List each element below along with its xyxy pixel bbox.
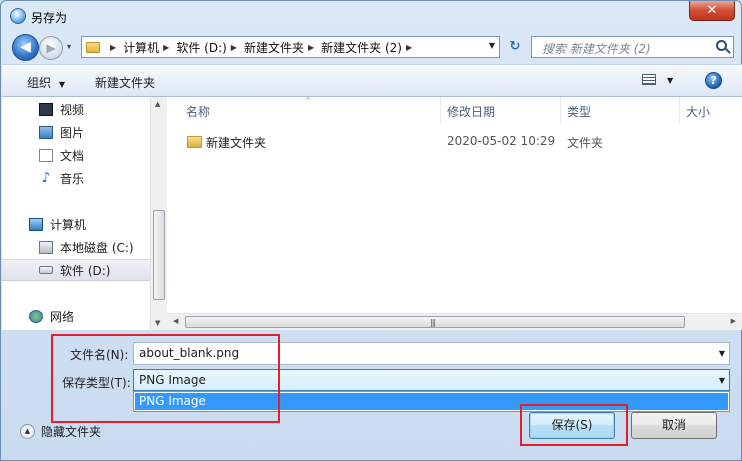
file-type-cell: 文件夹 [567,136,604,150]
horizontal-scrollbar[interactable]: ◀ ||| ▶ [167,313,742,330]
scrollbar-thumb[interactable] [153,210,165,300]
breadcrumb-new-folder[interactable]: 新建文件夹 [244,39,304,56]
sidebar-item-drive-d[interactable]: 软件 (D:) [2,259,150,281]
folder-icon [187,136,202,148]
computer-icon [29,217,43,231]
help-icon[interactable]: ? [705,72,722,89]
file-list: ^ 名称 修改日期 类型 大小 新建文件夹 2020-05-02 10:29 文… [167,97,742,313]
sidebar-item-drive-c[interactable]: 本地磁盘 (C:) [2,236,150,258]
file-name-cell[interactable]: 新建文件夹 [206,134,266,151]
breadcrumb-separator[interactable]: ▶ [231,43,237,52]
recent-locations-dropdown[interactable]: ▾ [67,42,71,51]
forward-button[interactable]: ▶ [39,36,63,60]
highlight-box-save-button [520,404,628,446]
sidebar-item-label: 网络 [50,309,75,324]
app-icon [10,8,26,24]
search-box[interactable]: 搜索 新建文件夹 (2) [531,36,734,58]
sort-indicator-icon: ^ [305,97,311,105]
hide-folders-toggle[interactable]: ▲ 隐藏文件夹 [20,423,101,440]
document-icon [39,148,53,162]
back-button[interactable]: ◀ [12,34,39,61]
title-bar: 另存为 ✕ [1,1,741,31]
scroll-up-icon[interactable]: ▲ [155,100,160,108]
scroll-left-icon[interactable]: ◀ [173,317,178,325]
organize-label: 组织 [27,76,52,90]
sidebar-item-label: 软件 (D:) [60,263,111,278]
chevron-up-icon: ▲ [20,424,35,439]
sidebar-item-label: 视频 [60,102,85,117]
command-toolbar: 组织 ▼ 新建文件夹 ▼ ? [2,64,742,97]
highlight-box-filename-type [51,334,280,423]
sidebar-item-pictures[interactable]: 图片 [2,121,150,143]
sidebar-item-label: 文档 [60,148,85,163]
chevron-down-icon[interactable]: ▼ [719,349,725,358]
scrollbar-grip-icon: ||| [430,318,436,327]
picture-icon [39,125,53,139]
drive-icon [39,240,53,254]
sidebar-item-documents[interactable]: 文档 [2,144,150,166]
search-icon[interactable] [716,40,727,51]
folder-icon [86,41,100,53]
search-placeholder: 搜索 新建文件夹 (2) [542,42,651,56]
view-options-icon[interactable] [642,74,656,85]
music-icon: ♪ [41,169,51,186]
file-modified-cell: 2020-05-02 10:29 [447,134,556,148]
close-button[interactable]: ✕ [689,1,735,21]
address-bar[interactable]: ▶ 计算机 ▶ 软件 (D:) ▶ 新建文件夹 ▶ 新建文件夹 (2) ▶ ▼ [81,36,500,58]
breadcrumb-new-folder-2[interactable]: 新建文件夹 (2) [321,39,402,56]
sidebar-item-label: 本地磁盘 (C:) [60,240,134,255]
sidebar-item-label: 音乐 [60,171,85,186]
navigation-pane: 视频 图片 文档 ♪ 音乐 计算机 本地磁盘 (C:) 软件 (D:) 网络 [2,97,150,330]
scrollbar-thumb[interactable]: ||| [185,316,685,328]
hide-folders-label: 隐藏文件夹 [41,425,102,439]
breadcrumb-separator[interactable]: ▶ [110,43,116,52]
sidebar-item-label: 图片 [60,125,85,140]
video-icon [39,102,53,116]
organize-menu[interactable]: 组织 ▼ [27,74,65,91]
address-dropdown-icon[interactable]: ▼ [489,41,495,50]
sidebar-item-label: 计算机 [50,217,87,232]
column-header-modified[interactable]: 修改日期 [447,103,495,120]
breadcrumb-separator[interactable]: ▶ [163,43,169,52]
column-divider[interactable] [440,97,441,123]
cancel-button[interactable]: 取消 [631,412,717,439]
network-icon [29,309,43,323]
chevron-down-icon[interactable]: ▼ [719,376,725,385]
chevron-down-icon: ▼ [58,80,65,89]
new-folder-button[interactable]: 新建文件夹 [95,74,155,91]
sidebar-item-computer[interactable]: 计算机 [2,213,150,235]
breadcrumb-separator[interactable]: ▶ [308,43,314,52]
view-options-dropdown[interactable]: ▼ [667,76,673,85]
column-header-type[interactable]: 类型 [567,103,591,120]
scroll-down-icon[interactable]: ▼ [155,319,160,327]
save-as-dialog: 另存为 ✕ ◀ ▶ ▾ ▶ 计算机 ▶ 软件 (D:) ▶ 新建文件夹 ▶ 新建… [0,0,742,461]
column-divider[interactable] [679,97,680,123]
column-header-size[interactable]: 大小 [686,103,710,120]
drive-icon [39,266,53,274]
refresh-icon[interactable]: ↻ [503,36,527,58]
sidebar-item-network[interactable]: 网络 [2,305,150,327]
sidebar-scrollbar[interactable]: ▲ ▼ [150,97,167,330]
scroll-right-icon[interactable]: ▶ [731,317,736,325]
sidebar-item-videos[interactable]: 视频 [2,98,150,120]
column-header-name[interactable]: 名称 [186,103,210,120]
sidebar-item-music[interactable]: ♪ 音乐 [2,167,150,189]
breadcrumb-computer[interactable]: 计算机 [123,39,159,56]
breadcrumb-separator[interactable]: ▶ [406,43,412,52]
window-title: 另存为 [31,11,68,25]
breadcrumb-drive-d[interactable]: 软件 (D:) [176,39,226,56]
column-divider[interactable] [560,97,561,123]
